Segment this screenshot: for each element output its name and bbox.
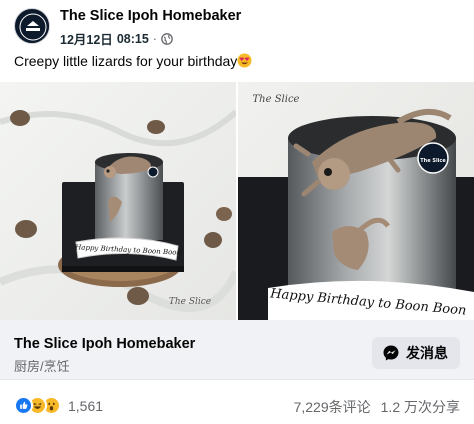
reaction-count[interactable]: 1,561 <box>68 398 103 414</box>
post-stats: 7,229条评论 1.2 万次分享 <box>294 397 460 417</box>
cake-photo-right[interactable]: The Slice The Slice Happy Birthday to Bo… <box>238 82 474 320</box>
reactions-summary[interactable]: 1,561 <box>14 396 103 415</box>
globe-icon[interactable] <box>161 32 173 45</box>
caption-text: Creepy little lizards for your birthday <box>14 53 238 69</box>
cake-photo-left[interactable]: Happy Birthday to Boon Boon The Slice <box>0 82 236 320</box>
post-meta: 12月12日 08:15 · <box>60 29 173 48</box>
page-category: 厨房/烹饪 <box>14 359 70 374</box>
avatar[interactable] <box>14 8 50 44</box>
watermark-left: The Slice <box>169 297 211 307</box>
send-message-button[interactable]: 发消息 <box>372 337 460 369</box>
heart-eyes-emoji <box>237 53 252 68</box>
post-time[interactable]: 08:15 <box>117 32 149 46</box>
share-count[interactable]: 1.2 万次分享 <box>381 397 460 417</box>
like-icon <box>14 396 33 415</box>
post-date[interactable]: 12月12日 <box>60 29 113 48</box>
post-photos: Happy Birthday to Boon Boon The Slice Th… <box>0 82 474 320</box>
page-link-card[interactable]: The Slice Ipoh Homebaker 厨房/烹饪 发消息 <box>0 320 474 380</box>
messenger-icon <box>383 345 399 361</box>
comment-count[interactable]: 7,229条评论 <box>294 397 371 417</box>
engagement-bar: 1,561 7,229条评论 1.2 万次分享 <box>0 390 474 420</box>
watermark-right: The Slice <box>253 94 300 105</box>
meta-separator: · <box>152 31 157 46</box>
post-header: The Slice Ipoh Homebaker 12月12日 08:15 · <box>0 0 474 50</box>
post-caption: Creepy little lizards for your birthday <box>14 53 252 69</box>
badge-text: The Slice <box>420 158 446 164</box>
page-title[interactable]: The Slice Ipoh Homebaker <box>14 336 195 352</box>
send-message-label: 发消息 <box>406 345 448 361</box>
author-name[interactable]: The Slice Ipoh Homebaker <box>60 8 241 24</box>
